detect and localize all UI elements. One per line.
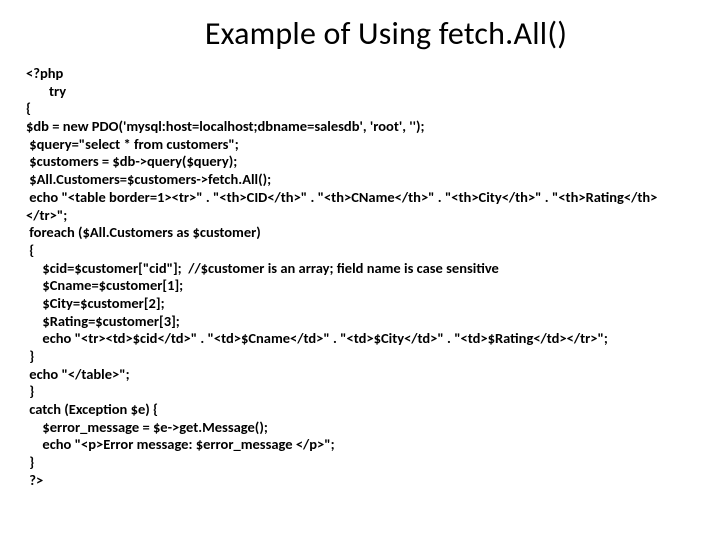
slide-title: Example of Using fetch.All() — [136, 14, 636, 53]
code-block: <?php try { $db = new PDO('mysql:host=lo… — [26, 65, 694, 490]
slide: Example of Using fetch.All() <?php try {… — [0, 0, 720, 540]
